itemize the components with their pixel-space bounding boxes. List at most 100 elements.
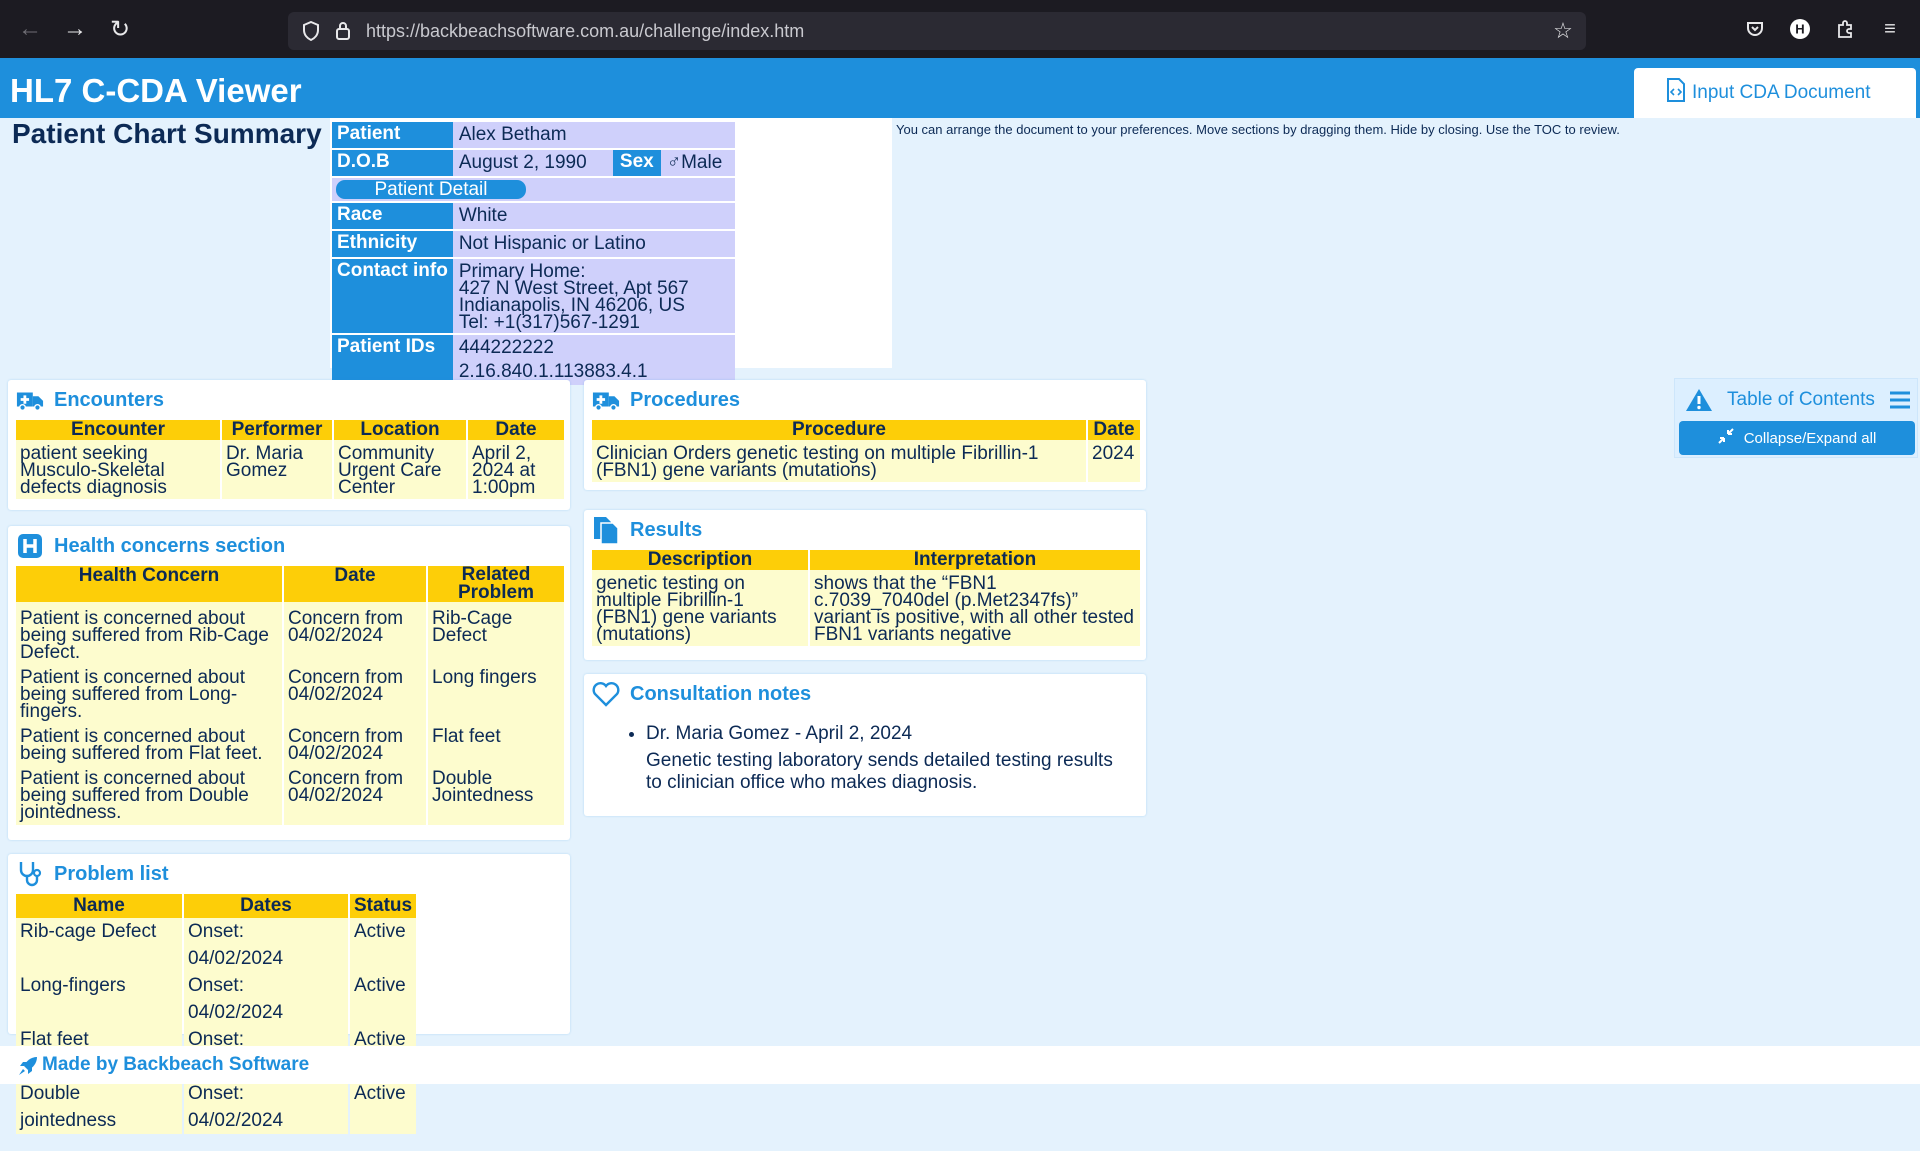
procedures-table: Procedure Date Clinician Orders genetic … <box>590 420 1142 482</box>
table-cell: Rib-cage Defect <box>16 918 182 972</box>
instructions-text: You can arrange the document to your pre… <box>896 122 1620 137</box>
procedures-section[interactable]: Procedures Procedure Date Clinician Orde… <box>584 380 1146 490</box>
heart-icon <box>592 680 620 708</box>
table-cell: Concern from 04/02/2024 <box>284 764 426 825</box>
results-header-row: Description Interpretation <box>592 550 1140 570</box>
contact-label: Contact info <box>332 259 453 333</box>
app-header: HL7 C-CDA Viewer Input CDA Document <box>0 58 1920 118</box>
patient-ids-label: Patient IDs <box>332 335 453 385</box>
table-cell: genetic testing on multiple Fibrillin-1 … <box>592 570 808 646</box>
table-row: patient seeking Musculo-Skeletal defects… <box>16 440 564 499</box>
encounters-section[interactable]: Encounters Encounter Performer Location … <box>8 380 570 510</box>
contact-row: Contact info Primary Home: 427 N West St… <box>332 259 735 333</box>
star-icon[interactable]: ☆ <box>1552 18 1574 43</box>
table-row: genetic testing on multiple Fibrillin-1 … <box>592 570 1140 646</box>
url-bar[interactable]: https://backbeachsoftware.com.au/challen… <box>288 12 1586 50</box>
menu-icon[interactable]: ≡ <box>1877 16 1903 42</box>
procedures-header[interactable]: Procedures <box>592 386 740 414</box>
pocket-icon[interactable] <box>1742 16 1768 42</box>
column-header: Date <box>284 566 426 602</box>
table-cell: Dr. Maria Gomez <box>222 440 332 499</box>
input-cda-document-button[interactable]: Input CDA Document <box>1634 68 1916 118</box>
column-header: Procedure <box>592 420 1086 440</box>
column-header: Description <box>592 550 808 570</box>
collapse-expand-all-label: Collapse/Expand all <box>1743 429 1877 447</box>
ambulance-icon <box>16 386 44 414</box>
table-cell: Concern from 04/02/2024 <box>284 722 426 764</box>
table-cell: Active <box>350 972 417 1026</box>
patient-detail-button[interactable]: Patient Detail <box>336 180 526 199</box>
warning-icon[interactable] <box>1685 387 1713 418</box>
contact-value: Primary Home: 427 N West Street, Apt 567… <box>452 259 735 333</box>
rocket-icon <box>18 1056 38 1081</box>
reload-icon[interactable]: ↻ <box>102 11 138 47</box>
consultation-note: Genetic testing laboratory sends detaile… <box>646 750 1113 793</box>
table-cell: Active <box>350 918 417 972</box>
shield-icon[interactable] <box>300 20 322 42</box>
column-header: Performer <box>222 420 332 440</box>
problem-list-header[interactable]: Problem list <box>16 860 168 888</box>
problem-list-header-row: Name Dates Status <box>16 894 417 918</box>
table-cell: Community Urgent Care Center <box>334 440 466 499</box>
consultation-author: Dr. Maria Gomez - April 2, 2024 <box>646 723 913 744</box>
ambulance-icon <box>592 386 620 414</box>
dob-value: August 2, 1990 <box>452 150 613 176</box>
health-concerns-title: Health concerns section <box>54 534 286 557</box>
table-cell: Long-fingers <box>16 972 182 1026</box>
encounters-header[interactable]: Encounters <box>16 386 164 414</box>
race-row: Race White <box>332 203 735 229</box>
extensions-icon[interactable] <box>1832 16 1858 42</box>
browser-toolbar: ← → ↻ https://backbeachsoftware.com.au/c… <box>0 0 1920 58</box>
health-concerns-header[interactable]: Health concerns section <box>16 532 285 560</box>
documents-icon <box>592 516 620 545</box>
dob-label: D.O.B <box>332 150 453 176</box>
table-row: Patient is concerned about being suffere… <box>16 663 564 722</box>
table-cell: Onset: 04/02/2024 <box>184 1080 348 1134</box>
forward-arrow-icon[interactable]: → <box>57 11 93 47</box>
health-concerns-section[interactable]: Health concerns section Health Concern D… <box>8 526 570 840</box>
lock-icon[interactable] <box>332 20 354 42</box>
health-concerns-header-row: Health Concern Date Related Problem <box>16 565 564 602</box>
url-text[interactable]: https://backbeachsoftware.com.au/challen… <box>366 21 804 42</box>
table-row: Long-fingers Onset: 04/02/2024 Active <box>16 972 417 1026</box>
race-value: White <box>452 203 735 229</box>
footer: Made by Backbeach Software <box>0 1046 1920 1084</box>
column-header: Encounter <box>16 420 220 440</box>
consultation-notes-section[interactable]: Consultation notes Dr. Maria Gomez - Apr… <box>584 674 1146 816</box>
health-concerns-table: Health Concern Date Related Problem Pati… <box>14 565 566 825</box>
patient-name: Alex Betham <box>452 122 735 148</box>
table-cell: April 2, 2024 at 1:00pm <box>468 440 564 499</box>
problem-list-title: Problem list <box>54 862 169 885</box>
column-header: Name <box>16 894 182 918</box>
footer-credit-link[interactable]: Made by Backbeach Software <box>42 1054 309 1076</box>
consultation-notes-list: Dr. Maria Gomez - April 2, 2024 Genetic … <box>646 722 1126 794</box>
table-cell: Patient is concerned about being suffere… <box>16 602 282 663</box>
column-header: Health Concern <box>16 566 282 602</box>
results-title: Results <box>630 518 703 541</box>
stethoscope-icon <box>16 860 44 888</box>
account-icon[interactable]: H <box>1787 16 1813 42</box>
problem-list-section[interactable]: Problem list Name Dates Status Rib-cage … <box>8 854 570 1134</box>
table-cell: Patient is concerned about being suffere… <box>16 722 282 764</box>
problem-list-table: Name Dates Status Rib-cage Defect Onset:… <box>14 894 418 1134</box>
table-cell: Active <box>350 1080 417 1134</box>
table-row: Patient is concerned about being suffere… <box>16 764 564 825</box>
encounters-title: Encounters <box>54 388 165 411</box>
results-header[interactable]: Results <box>592 516 703 545</box>
table-row: Double jointedness Onset: 04/02/2024 Act… <box>16 1080 417 1134</box>
collapse-expand-all-button[interactable]: Collapse/Expand all <box>1679 421 1915 455</box>
consultation-notes-header[interactable]: Consultation notes <box>592 680 811 708</box>
table-cell: Onset: 04/02/2024 <box>184 972 348 1026</box>
ethnicity-label: Ethnicity <box>332 231 453 257</box>
hamburger-menu-icon[interactable] <box>1889 390 1911 415</box>
table-cell: Concern from 04/02/2024 <box>284 663 426 722</box>
patient-ids-row: Patient IDs 444222222 2.16.840.1.113883.… <box>332 335 735 385</box>
results-section[interactable]: Results Description Interpretation genet… <box>584 510 1146 660</box>
encounters-header-row: Encounter Performer Location Date <box>16 420 564 440</box>
back-arrow-icon[interactable]: ← <box>12 11 48 47</box>
table-of-contents-panel: Table of Contents Collapse/Expand all <box>1674 378 1918 458</box>
column-header: Interpretation <box>810 550 1140 570</box>
procedures-title: Procedures <box>630 388 741 411</box>
table-of-contents-title[interactable]: Table of Contents <box>1727 389 1875 411</box>
patient-detail-cell: Patient Detail <box>332 178 735 201</box>
